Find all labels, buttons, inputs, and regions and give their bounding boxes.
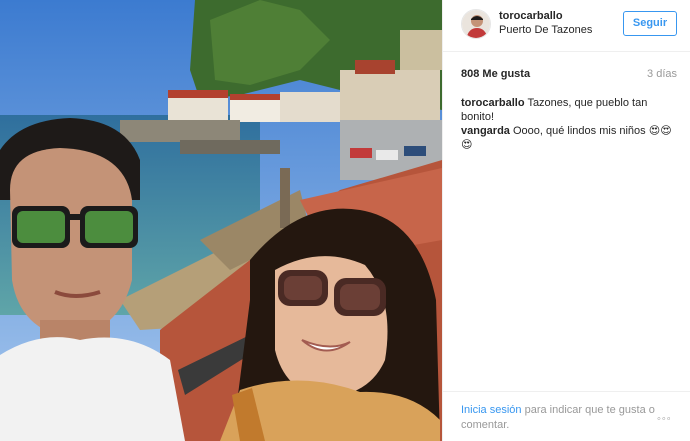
comment-username[interactable]: vangarda	[461, 125, 510, 137]
post-time[interactable]: 3 días	[647, 68, 677, 80]
post-header: torocarballo Puerto De Tazones Seguir	[443, 0, 690, 52]
comment: torocarballo Tazones, que pueblo tan bon…	[461, 96, 679, 124]
likes-count[interactable]: 808 Me gusta	[461, 68, 530, 80]
post-footer: Inicia sesión para indicar que te gusta …	[443, 391, 690, 441]
comment: vangarda Oooo, qué lindos mis niños 😍😍😍	[461, 124, 679, 152]
login-link[interactable]: Inicia sesión	[461, 404, 522, 416]
avatar[interactable]	[461, 9, 491, 39]
comment-username[interactable]: torocarballo	[461, 97, 525, 109]
post-stats: 808 Me gusta 3 días	[443, 52, 690, 88]
comments-list: torocarballo Tazones, que pueblo tan bon…	[461, 96, 679, 152]
more-options-icon[interactable]: ◦◦◦	[657, 413, 672, 425]
follow-button[interactable]: Seguir	[623, 11, 677, 36]
post-photo	[0, 0, 442, 441]
post-username[interactable]: torocarballo	[499, 10, 563, 22]
post-panel: torocarballo Puerto De Tazones Seguir 80…	[442, 0, 690, 441]
login-prompt: Inicia sesión para indicar que te gusta …	[461, 403, 661, 433]
post-location[interactable]: Puerto De Tazones	[499, 24, 592, 36]
